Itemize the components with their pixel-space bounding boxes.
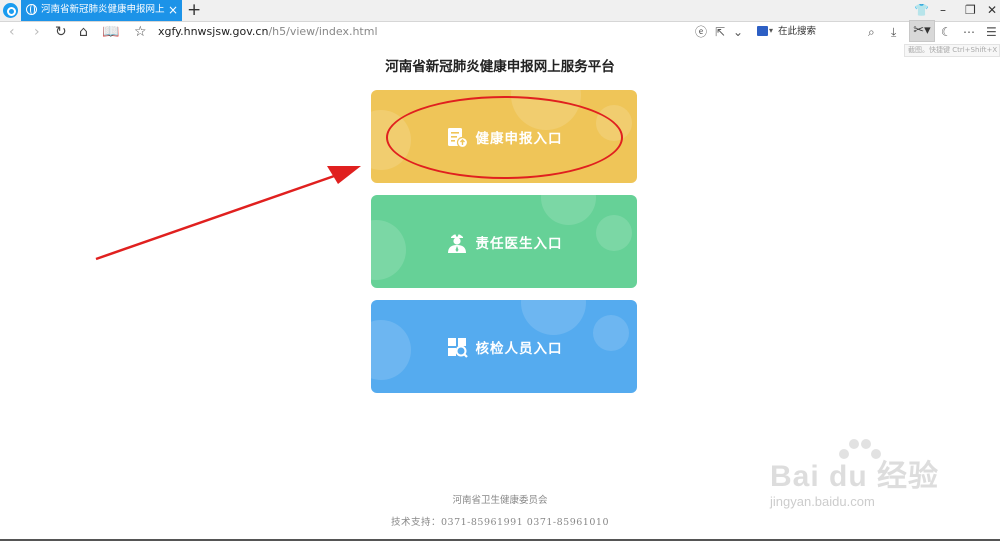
baidu-watermark: Bai du 经验 jingyan.baidu.com [770, 436, 980, 526]
watermark-site: jingyan.baidu.com [770, 494, 875, 509]
watermark-brand: Bai du 经验 [770, 460, 940, 493]
